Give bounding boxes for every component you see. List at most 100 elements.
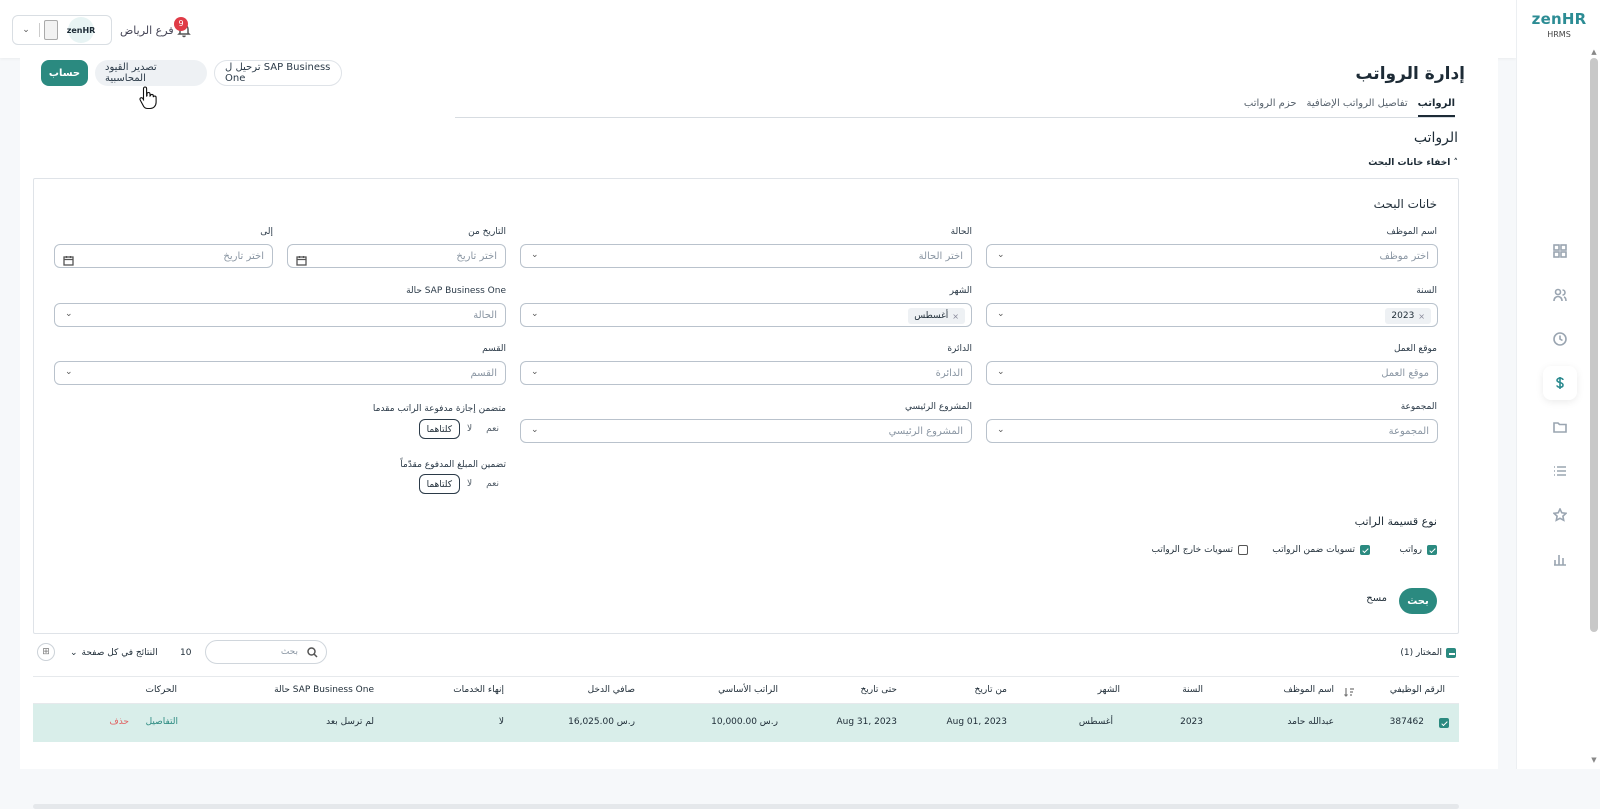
table-header: الرقم الوظيفي اسم الموظف السنة الشهر من … [33, 676, 1459, 704]
employee-select[interactable]: اختر موظف ⌄ [986, 244, 1438, 268]
hand-cursor-icon [139, 86, 157, 110]
clear-button[interactable]: مسح [1366, 593, 1387, 604]
branch-name[interactable]: فرع الرياض [120, 24, 174, 37]
section-placeholder: القسم [470, 368, 497, 379]
brand-logo[interactable]: zenHR HRMS [1517, 10, 1600, 39]
col-year[interactable]: السنة [1182, 685, 1203, 695]
table-search-input[interactable]: بحث [205, 640, 327, 664]
checkbox-box[interactable] [1238, 545, 1248, 555]
sort-icon[interactable] [1343, 683, 1355, 697]
users-icon[interactable] [1547, 282, 1573, 308]
search-icon [307, 647, 318, 658]
star-icon[interactable] [1547, 502, 1573, 528]
chevron-down-icon: ⌄ [65, 309, 73, 319]
expand-icon[interactable]: ⊞ [37, 643, 55, 661]
cell-sap-status: لم ترسل بعد [326, 717, 374, 727]
checkbox-salaries[interactable]: رواتب [1399, 545, 1437, 555]
date-to-input[interactable]: اختر تاريخ [54, 244, 273, 268]
paid-leave-label: متضمن إجازة مدفوعة الراتب مقدما [372, 404, 506, 414]
profile-switcher[interactable]: ⌄ zenHR [12, 15, 112, 45]
remove-chip-icon[interactable]: × [1418, 312, 1425, 321]
col-to-date[interactable]: حتى تاريخ [860, 685, 897, 695]
advance-yes[interactable]: نعم [479, 474, 506, 494]
horizontal-scrollbar[interactable] [33, 804, 1459, 809]
date-from-input[interactable]: اختر تاريخ [287, 244, 506, 268]
paid-leave-both[interactable]: كلتاهما [418, 419, 461, 439]
advance-no[interactable]: لا [460, 474, 479, 494]
checkbox-box[interactable] [1427, 545, 1437, 555]
paid-leave-yes[interactable]: نعم [479, 419, 506, 439]
export-entries-button[interactable]: تصدير القيود المحاسبية [95, 60, 207, 86]
department-select[interactable]: الدائرة ⌄ [520, 361, 972, 385]
select-all-checkbox[interactable] [1446, 648, 1456, 658]
group-select[interactable]: المجموعة ⌄ [986, 419, 1438, 443]
advance-both[interactable]: كلتاهما [418, 474, 461, 494]
scroll-down-arrow[interactable]: ▼ [1590, 756, 1598, 764]
sap-status-placeholder: الحالة [473, 310, 497, 321]
col-from-date[interactable]: من تاريخ [975, 685, 1007, 695]
row-checkbox[interactable] [1439, 718, 1449, 728]
folder-icon[interactable] [1547, 414, 1573, 440]
checkbox-salaries-label: رواتب [1399, 545, 1422, 555]
col-employee-id[interactable]: الرقم الوظيفي [1390, 685, 1445, 695]
delete-link[interactable]: حذف [109, 717, 129, 727]
col-sap-status[interactable]: حالة SAP Business One [274, 685, 374, 695]
remove-chip-icon[interactable]: × [952, 312, 959, 321]
section-title: الرواتب [1413, 130, 1458, 146]
col-month[interactable]: الشهر [1098, 685, 1120, 695]
checkbox-adjustments-in[interactable]: تسويات ضمن الرواتب [1272, 545, 1370, 555]
clock-icon[interactable] [1547, 326, 1573, 352]
sap-post-button[interactable]: ترحيل ل SAP Business One [214, 60, 342, 86]
checkbox-box[interactable] [1360, 545, 1370, 555]
date-from-placeholder: اختر تاريخ [456, 251, 497, 262]
date-to-label: إلى [260, 227, 273, 237]
col-net-income[interactable]: صافي الدخل [588, 685, 635, 695]
vertical-scrollbar[interactable] [1590, 58, 1598, 632]
tab-packages[interactable]: حزم الرواتب [1244, 98, 1297, 117]
divider [39, 23, 40, 37]
col-termination[interactable]: إنهاء الخدمات [453, 685, 504, 695]
list-icon[interactable] [1547, 458, 1573, 484]
sidebar: zenHR HRMS ▲ ▼ [1516, 0, 1600, 769]
sap-status-select[interactable]: الحالة ⌄ [54, 303, 506, 327]
calendar-icon[interactable] [296, 251, 307, 266]
per-page-label: النتائج في كل صفحة [81, 648, 158, 658]
cell-month: أغسطس [1078, 717, 1113, 727]
tab-extra-details[interactable]: تفاصيل الرواتب الإضافية [1307, 98, 1408, 117]
selected-count[interactable]: المختار (1) [1400, 648, 1456, 658]
details-link[interactable]: التفاصيل [146, 717, 178, 727]
paid-leave-no[interactable]: لا [460, 419, 479, 439]
search-button[interactable]: بحث [1399, 588, 1437, 614]
table-row[interactable]: 387462 عبدالله حامد 2023 أغسطس Aug 01, 2… [33, 704, 1459, 742]
table-search-placeholder: بحث [280, 647, 298, 657]
year-select[interactable]: 2023 × ⌄ [986, 303, 1438, 327]
hide-search-link[interactable]: اخفاء خانات البحث ˄ [1368, 158, 1458, 168]
tabs-divider [455, 117, 1455, 118]
main-project-select[interactable]: المشروع الرئيسي ⌄ [520, 419, 972, 443]
dollar-icon[interactable] [1543, 366, 1577, 400]
tab-payroll[interactable]: الرواتب [1417, 98, 1455, 117]
page-title: إدارة الرواتب [1355, 64, 1465, 84]
sap-status-label: حالة SAP Business One [406, 286, 506, 296]
status-select[interactable]: اختر الحالة ⌄ [520, 244, 972, 268]
checkbox-adjustments-out[interactable]: تسويات خارج الرواتب [1152, 545, 1248, 555]
department-label: الدائرة [947, 344, 972, 354]
dashboard-icon[interactable] [1547, 238, 1573, 264]
col-basic-salary[interactable]: الراتب الأساسي [718, 685, 778, 695]
per-page-value[interactable]: 10 [180, 648, 191, 658]
group-placeholder: المجموعة [1388, 426, 1429, 437]
calculate-button[interactable]: حساب [41, 60, 88, 86]
main-project-placeholder: المشروع الرئيسي [888, 426, 963, 437]
section-select[interactable]: القسم ⌄ [54, 361, 506, 385]
chevron-down-icon[interactable]: ⌄ [17, 25, 35, 35]
year-chip: 2023 × [1385, 308, 1431, 324]
selected-count-label: المختار (1) [1400, 648, 1442, 658]
scroll-up-arrow[interactable]: ▲ [1590, 48, 1598, 56]
chart-icon[interactable] [1547, 546, 1573, 572]
per-page-select[interactable]: ⌄ النتائج في كل صفحة [70, 648, 158, 658]
chevron-down-icon: ⌄ [65, 367, 73, 377]
month-select[interactable]: أغسطس × ⌄ [520, 303, 972, 327]
col-employee-name[interactable]: اسم الموظف [1284, 685, 1334, 695]
calendar-icon[interactable] [63, 251, 74, 266]
work-location-select[interactable]: موقع العمل ⌄ [986, 361, 1438, 385]
